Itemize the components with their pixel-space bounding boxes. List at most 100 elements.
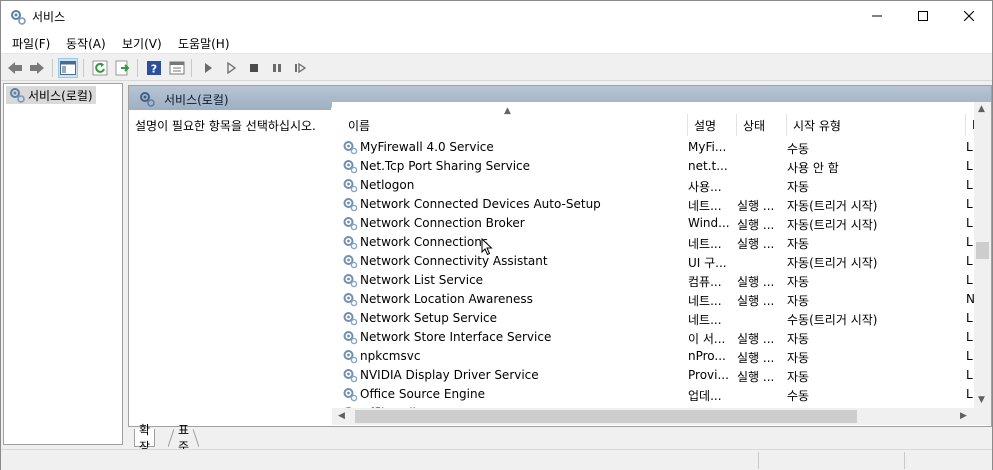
restart-service-icon[interactable] <box>290 58 310 78</box>
cell-startup-type: 자동(트리거 시작) <box>787 218 878 232</box>
service-gear-icon <box>342 234 358 253</box>
column-header-label: 이름 <box>348 118 371 133</box>
table-row[interactable]: Network Store Interface Service 이 서... 실행 … <box>332 328 991 347</box>
cell-description: 사용... <box>688 180 722 194</box>
cell-name: Network Connections <box>360 235 489 249</box>
cell-name: Network Store Interface Service <box>360 330 552 344</box>
cell-startup-type: 자동 <box>787 294 810 308</box>
horizontal-scroll-thumb[interactable] <box>355 410 857 423</box>
console-tree: 서비스(로컬) <box>3 83 123 445</box>
cell-status: 실행 ... <box>737 294 775 308</box>
table-row[interactable]: Network Connection Broker Wind... 실행 ... 자동… <box>332 214 991 233</box>
start-service-alt-icon[interactable] <box>221 58 241 78</box>
service-gear-icon <box>342 386 358 405</box>
cell-name: npkcmsvc <box>360 349 421 363</box>
cell-status: 실행 ... <box>737 332 775 346</box>
table-row[interactable]: Netlogon 사용... 자동 L <box>332 176 991 195</box>
cell-description: Provi... <box>688 368 729 382</box>
cell-status: 실행 ... <box>737 370 775 384</box>
start-service-icon[interactable] <box>198 58 218 78</box>
show-hide-tree-icon[interactable] <box>58 58 78 78</box>
service-gear-icon <box>342 158 358 177</box>
cell-startup-type: 자동 <box>787 370 810 384</box>
pause-service-icon[interactable] <box>267 58 287 78</box>
table-row[interactable]: NVIDIA Display Driver Service Provi... 실행 … <box>332 366 991 385</box>
cell-name: MyFirewall 4.0 Service <box>360 140 494 154</box>
vertical-scrollbar[interactable]: ▲ ▼ <box>974 102 991 425</box>
scroll-right-icon[interactable]: ▶ <box>960 411 967 421</box>
menu-file[interactable]: 파일(F) <box>12 35 50 52</box>
column-header-startup-type[interactable]: 시작 유형 <box>787 114 966 136</box>
cell-startup-type: 사용 안 함 <box>787 161 839 175</box>
service-gear-icon <box>342 196 358 215</box>
cell-name: Office Source Engine <box>360 387 485 401</box>
forward-icon[interactable] <box>27 58 47 78</box>
cell-startup-type: 자동(트리거 시작) <box>787 256 878 270</box>
help-icon[interactable]: ? <box>144 58 164 78</box>
close-button[interactable] <box>946 1 992 31</box>
cell-description: 네트... <box>688 237 722 251</box>
menu-help[interactable]: 도움말(H) <box>178 35 230 52</box>
table-row[interactable]: Office Source Engine 업데... 수동 L <box>332 385 991 404</box>
cell-startup-type: 자동 <box>787 332 810 346</box>
cell-name: Netlogon <box>360 178 415 192</box>
table-row[interactable]: MyFirewall 4.0 Service MyFi... 수동 L <box>332 138 991 157</box>
properties-icon[interactable] <box>167 58 187 78</box>
tab-extended[interactable]: 확장 <box>134 423 156 454</box>
table-row[interactable]: Network Connected Devices Auto-Setup 네트..… <box>332 195 991 214</box>
title-bar: 서비스 <box>1 1 992 31</box>
service-gear-icon <box>342 310 358 329</box>
cell-description: 업데... <box>688 389 722 403</box>
services-list: ▲ 이름 설명 상태 시작 유형 D MyFirewall 4.0 Servic… <box>332 102 991 425</box>
cell-startup-type: 자동(트리거 시작) <box>787 199 878 213</box>
cell-name: Network Connection Broker <box>360 216 525 230</box>
cell-name: Network Connectivity Assistant <box>360 254 548 268</box>
service-gear-icon <box>342 329 358 348</box>
cell-description: 컴퓨... <box>688 275 722 289</box>
toolbar-separator <box>137 59 138 77</box>
column-header-description[interactable]: 설명 <box>688 114 737 136</box>
table-row[interactable]: Network Location Awareness 네트... 실행 ... 자동 N <box>332 290 991 309</box>
stop-service-icon[interactable] <box>244 58 264 78</box>
toolbar: ? <box>1 55 992 81</box>
svg-text:?: ? <box>151 63 157 76</box>
scroll-down-icon[interactable]: ▼ <box>978 395 985 405</box>
table-row[interactable]: Network Setup Service 네트... 수동(트리거 시작) L <box>332 309 991 328</box>
cell-name: Net.Tcp Port Sharing Service <box>360 159 531 173</box>
table-row[interactable]: Net.Tcp Port Sharing Service net.t... 사용 안… <box>332 157 991 176</box>
menu-bar: 파일(F) 동작(A) 보기(V) 도움말(H) <box>1 31 992 54</box>
tab-standard[interactable]: 표준 <box>168 423 200 454</box>
menu-view[interactable]: 보기(V) <box>122 35 162 52</box>
maximize-button[interactable] <box>900 1 946 31</box>
table-row[interactable]: Network Connectivity Assistant UI 구... 자동(… <box>332 252 991 271</box>
scroll-left-icon[interactable]: ◀ <box>338 411 345 421</box>
status-bar <box>1 449 992 470</box>
cell-status: 실행 ... <box>737 351 775 365</box>
status-separator <box>904 452 905 469</box>
tree-item-services-local[interactable]: 서비스(로컬) <box>6 86 96 104</box>
horizontal-scrollbar[interactable]: ◀ ▶ <box>332 408 974 425</box>
vertical-scroll-thumb[interactable] <box>976 242 989 259</box>
services-gear-icon <box>9 87 25 106</box>
table-row[interactable]: npkcmsvc nPro... 실행 ... 자동 L <box>332 347 991 366</box>
column-header-name[interactable]: 이름 <box>342 114 688 136</box>
service-gear-icon <box>342 177 358 196</box>
refresh-icon[interactable] <box>90 58 110 78</box>
menu-action[interactable]: 동작(A) <box>66 35 106 52</box>
cell-status: 실행 ... <box>737 218 775 232</box>
cell-startup-type: 자동 <box>787 351 810 365</box>
cell-startup-type: 자동 <box>787 180 810 194</box>
services-pane: 서비스(로컬) 설명이 필요한 항목을 선택하십시오. ▲ 이름 설명 상태 시… <box>128 85 992 427</box>
cell-description: UI 구... <box>688 256 727 270</box>
export-list-icon[interactable] <box>113 58 133 78</box>
cell-name: Network Connected Devices Auto-Setup <box>360 197 601 211</box>
cell-startup-type: 수동 <box>787 389 810 403</box>
cell-description: 네트... <box>688 294 722 308</box>
back-icon[interactable] <box>5 58 25 78</box>
table-row[interactable]: Network Connections 네트... 실행 ... 자동 L <box>332 233 991 252</box>
scroll-up-icon[interactable]: ▲ <box>978 104 985 114</box>
cell-name: Network List Service <box>360 273 484 287</box>
minimize-button[interactable] <box>854 1 900 31</box>
column-header-status[interactable]: 상태 <box>737 114 787 136</box>
table-row[interactable]: Network List Service 컴퓨... 실행 ... 자동 L <box>332 271 991 290</box>
